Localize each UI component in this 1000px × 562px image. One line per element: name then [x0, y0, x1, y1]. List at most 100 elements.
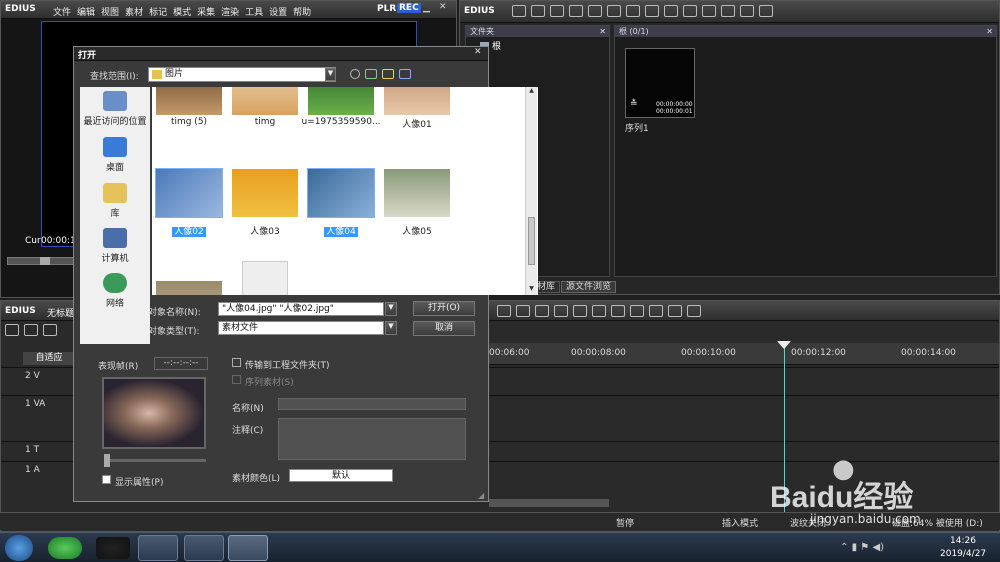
- back-icon[interactable]: [350, 69, 360, 79]
- properties-icon[interactable]: [721, 5, 735, 17]
- place-library[interactable]: 库: [80, 183, 150, 219]
- tray-battery-icon[interactable]: ▮: [852, 542, 858, 553]
- tray-flag-icon[interactable]: ⚑: [860, 542, 869, 553]
- folder-root[interactable]: 根: [480, 39, 609, 52]
- close-icon[interactable]: ✕: [439, 2, 447, 12]
- playhead-marker-icon[interactable]: [777, 341, 791, 349]
- file-list[interactable]: timg (5) timg u=1975359590... 人像01 人像02 …: [152, 87, 538, 295]
- thumb-u1975[interactable]: [308, 87, 374, 115]
- comment-input[interactable]: [278, 418, 466, 460]
- player-scrubber[interactable]: [7, 257, 75, 265]
- menu-clip[interactable]: 素材: [125, 8, 143, 18]
- scrubber-handle[interactable]: [40, 257, 50, 265]
- thumb-portrait02-selected[interactable]: [155, 168, 223, 218]
- settings-icon[interactable]: [759, 5, 773, 17]
- microphone-icon[interactable]: [592, 305, 606, 317]
- layout-icon[interactable]: [687, 305, 701, 317]
- audio-icon[interactable]: [516, 305, 530, 317]
- place-network[interactable]: 网络: [80, 273, 150, 309]
- taskbar-app-qq[interactable]: [96, 537, 130, 559]
- copy-icon[interactable]: [645, 5, 659, 17]
- view-icon[interactable]: [740, 5, 754, 17]
- thumb-portrait05[interactable]: [384, 169, 450, 217]
- folder-icon[interactable]: [512, 5, 526, 17]
- folder-pane-close-icon[interactable]: ✕: [599, 26, 606, 37]
- scroll-up-icon[interactable]: ▲: [526, 87, 537, 97]
- filename-input[interactable]: "人像04.jpg" "人像02.jpg": [218, 302, 384, 316]
- thumb-partial-2[interactable]: [242, 261, 288, 295]
- taskbar-app-firefox[interactable]: [184, 535, 224, 561]
- add-to-timeline-icon[interactable]: [683, 5, 697, 17]
- timeline-scrollbar[interactable]: [489, 499, 609, 507]
- mode-icon-1[interactable]: [5, 324, 19, 336]
- taskbar-app-edius[interactable]: [228, 535, 268, 561]
- resize-grip-icon[interactable]: ◢: [478, 491, 484, 500]
- cut-icon[interactable]: [626, 5, 640, 17]
- paste-icon[interactable]: [664, 5, 678, 17]
- color-select[interactable]: 默认: [289, 469, 393, 482]
- ripple-icon[interactable]: [497, 305, 511, 317]
- search-icon[interactable]: [531, 5, 545, 17]
- show-props-checkbox[interactable]: [102, 475, 111, 484]
- menu-edit[interactable]: 编辑: [77, 8, 95, 18]
- preview-slider[interactable]: [104, 454, 206, 467]
- taskbar-app-ie[interactable]: [48, 537, 82, 559]
- sequence-clip[interactable]: ≛ 00:00:00:00 00:00:00:01: [625, 48, 695, 118]
- scroll-thumb[interactable]: [528, 217, 535, 265]
- menu-render[interactable]: 渲染: [221, 8, 239, 18]
- filename-dropdown-button[interactable]: ▼: [385, 302, 397, 316]
- export-icon[interactable]: [611, 305, 625, 317]
- clip-pane-close-icon[interactable]: ✕: [986, 26, 993, 37]
- new-sequence-icon[interactable]: [607, 5, 621, 17]
- dialog-close-icon[interactable]: ✕: [474, 47, 482, 57]
- start-button[interactable]: [5, 535, 33, 561]
- menu-settings[interactable]: 设置: [269, 8, 287, 18]
- mixer-icon[interactable]: [649, 305, 663, 317]
- lookin-select[interactable]: 图片: [148, 67, 336, 82]
- thumb-partial-1[interactable]: [156, 281, 222, 295]
- title-icon[interactable]: [588, 5, 602, 17]
- view-menu-icon[interactable]: [399, 69, 411, 79]
- up-icon[interactable]: [550, 5, 564, 17]
- taskbar-time[interactable]: 14:26: [950, 536, 976, 546]
- thumb-portrait04-selected[interactable]: [307, 168, 375, 218]
- tools-icon[interactable]: [554, 305, 568, 317]
- tray-volume-icon[interactable]: ◀): [872, 542, 884, 553]
- mode-icon-2[interactable]: [24, 324, 38, 336]
- cancel-button[interactable]: 取消: [413, 321, 475, 336]
- filetype-dropdown-button[interactable]: ▼: [385, 321, 397, 335]
- timeline-ruler[interactable]: 00:06:00 00:00:08:00 00:00:10:00 00:00:1…: [489, 343, 999, 365]
- record-icon[interactable]: [668, 305, 682, 317]
- tray-show-hidden-icon[interactable]: ⌃: [840, 542, 848, 553]
- open-button[interactable]: 打开(O): [413, 301, 475, 316]
- menu-mode[interactable]: 模式: [173, 8, 191, 18]
- transfer-checkbox[interactable]: [232, 358, 241, 367]
- menu-help[interactable]: 帮助: [293, 8, 311, 18]
- place-computer[interactable]: 计算机: [80, 228, 150, 264]
- lookin-dropdown-button[interactable]: ▼: [325, 68, 336, 81]
- minimize-icon[interactable]: ▁: [423, 3, 430, 13]
- menu-capture[interactable]: 采集: [197, 8, 215, 18]
- delete-icon[interactable]: [702, 5, 716, 17]
- menu-tools[interactable]: 工具: [245, 8, 263, 18]
- up-folder-icon[interactable]: [365, 69, 377, 79]
- split-icon[interactable]: [535, 305, 549, 317]
- place-desktop[interactable]: 桌面: [80, 137, 150, 173]
- taskbar-app-explorer[interactable]: [138, 535, 178, 561]
- thumb-timg5[interactable]: [156, 87, 222, 115]
- menu-file[interactable]: 文件: [53, 8, 71, 18]
- tab-source-browser[interactable]: 源文件浏览: [561, 281, 617, 293]
- text-icon[interactable]: [573, 305, 587, 317]
- rec-button[interactable]: REC: [397, 3, 421, 13]
- thumb-portrait03[interactable]: [232, 169, 298, 217]
- plr-button[interactable]: PLR: [377, 4, 396, 14]
- place-recent[interactable]: 最近访问的位置: [80, 91, 150, 127]
- file-list-scrollbar[interactable]: ▲ ▼: [525, 87, 537, 295]
- thumb-portrait01[interactable]: [384, 87, 450, 115]
- menu-marker[interactable]: 标记: [149, 8, 167, 18]
- new-folder-icon[interactable]: [382, 69, 394, 79]
- import-icon[interactable]: [569, 5, 583, 17]
- link-icon[interactable]: [43, 324, 57, 336]
- name-input[interactable]: [278, 398, 466, 410]
- taskbar-date[interactable]: 2019/4/27: [940, 549, 986, 559]
